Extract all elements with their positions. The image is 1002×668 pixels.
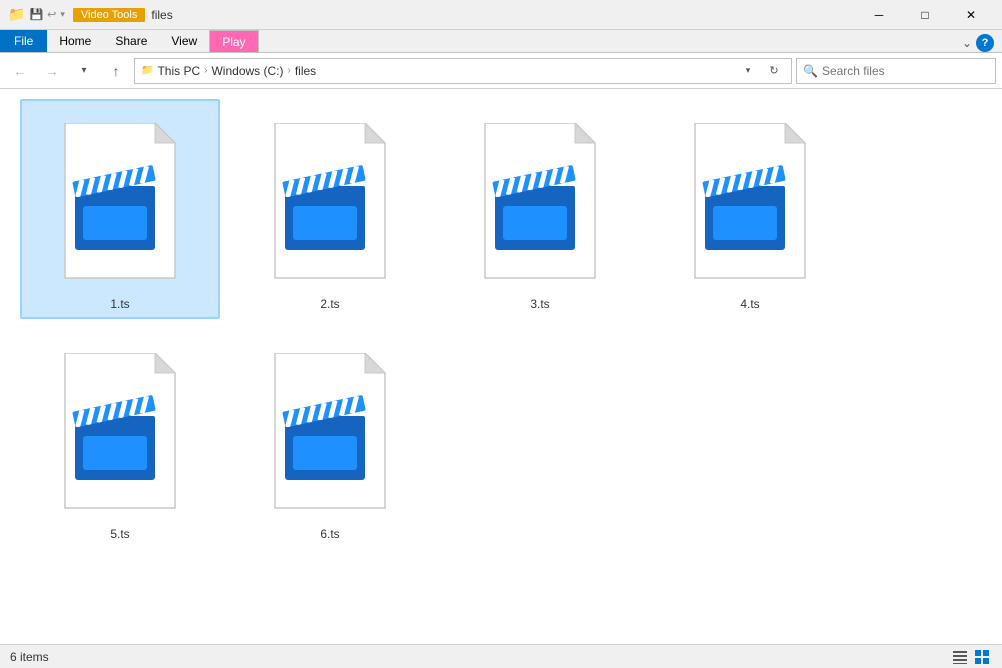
file-icon — [675, 113, 825, 293]
tab-play[interactable]: Play — [209, 30, 258, 52]
file-icon — [465, 113, 615, 293]
chevron-icon: ⌄ — [962, 36, 972, 50]
view-details-button[interactable] — [950, 648, 970, 666]
address-dropdown-button[interactable]: ▾ — [737, 60, 759, 82]
minimize-button[interactable]: ─ — [856, 0, 902, 30]
tab-share[interactable]: Share — [103, 30, 159, 52]
tab-file[interactable]: File — [0, 30, 47, 52]
file-icon — [255, 343, 405, 523]
address-bar-row: ← → ▾ ↑ 📁 This PC › Windows (C:) › files… — [0, 53, 1002, 89]
undo-icon: ↩ — [47, 8, 56, 21]
maximize-button[interactable]: □ — [902, 0, 948, 30]
breadcrumb-sep-2: › — [288, 65, 291, 76]
file-icon — [45, 113, 195, 293]
file-area: 1.ts — [0, 89, 1002, 644]
title-bar-controls: ─ □ ✕ — [856, 0, 994, 30]
breadcrumb-part-windows: Windows (C:) — [211, 64, 283, 78]
file-label: 6.ts — [320, 527, 339, 541]
view-controls — [950, 648, 992, 666]
address-box[interactable]: 📁 This PC › Windows (C:) › files ▾ ↻ — [134, 58, 792, 84]
search-input[interactable] — [822, 64, 989, 78]
back-button[interactable]: ← — [6, 57, 34, 85]
up-button[interactable]: ↑ — [102, 57, 130, 85]
main-content: 1.ts — [0, 89, 1002, 644]
close-button[interactable]: ✕ — [948, 0, 994, 30]
title-bar-icons: 📁 💾 ↩ ▾ — [8, 6, 65, 23]
view-large-icons-button[interactable] — [972, 648, 992, 666]
breadcrumb-sep-1: › — [204, 65, 207, 76]
refresh-button[interactable]: ↻ — [763, 60, 785, 82]
status-item-count: 6 items — [10, 650, 49, 664]
list-item[interactable]: 2.ts — [230, 99, 430, 319]
tab-home[interactable]: Home — [47, 30, 103, 52]
folder-icon: 📁 — [8, 6, 25, 23]
list-item[interactable]: 5.ts — [20, 329, 220, 549]
file-label: 2.ts — [320, 297, 339, 311]
search-icon: 🔍 — [803, 64, 818, 78]
file-label: 3.ts — [530, 297, 549, 311]
breadcrumb-part-files: files — [295, 64, 316, 78]
title-text: files — [151, 8, 172, 22]
file-label: 1.ts — [110, 297, 129, 311]
breadcrumb-part-thispc: This PC — [157, 64, 200, 78]
list-item[interactable]: 3.ts — [440, 99, 640, 319]
ribbon: File Home Share View Play ⌄ ? — [0, 30, 1002, 53]
ribbon-tabs: File Home Share View Play ⌄ ? — [0, 30, 1002, 52]
help-icon[interactable]: ? — [976, 34, 994, 52]
search-box[interactable]: 🔍 — [796, 58, 996, 84]
title-bar: 📁 💾 ↩ ▾ Video Tools files ─ □ ✕ — [0, 0, 1002, 30]
list-item[interactable]: 1.ts — [20, 99, 220, 319]
forward-button[interactable]: → — [38, 57, 66, 85]
file-label: 4.ts — [740, 297, 759, 311]
dropdown-icon: ▾ — [60, 9, 65, 20]
video-tools-badge: Video Tools files — [73, 8, 173, 22]
recent-locations-button[interactable]: ▾ — [70, 57, 98, 85]
video-tools-label: Video Tools — [73, 8, 145, 22]
file-icon — [45, 343, 195, 523]
tab-view[interactable]: View — [159, 30, 209, 52]
list-item[interactable]: 4.ts — [650, 99, 850, 319]
breadcrumb-icon: 📁 — [141, 65, 153, 76]
status-bar: 6 items — [0, 644, 1002, 668]
list-item[interactable]: 6.ts — [230, 329, 430, 549]
quick-access-icon: 💾 — [29, 8, 43, 21]
file-label: 5.ts — [110, 527, 129, 541]
file-icon — [255, 113, 405, 293]
